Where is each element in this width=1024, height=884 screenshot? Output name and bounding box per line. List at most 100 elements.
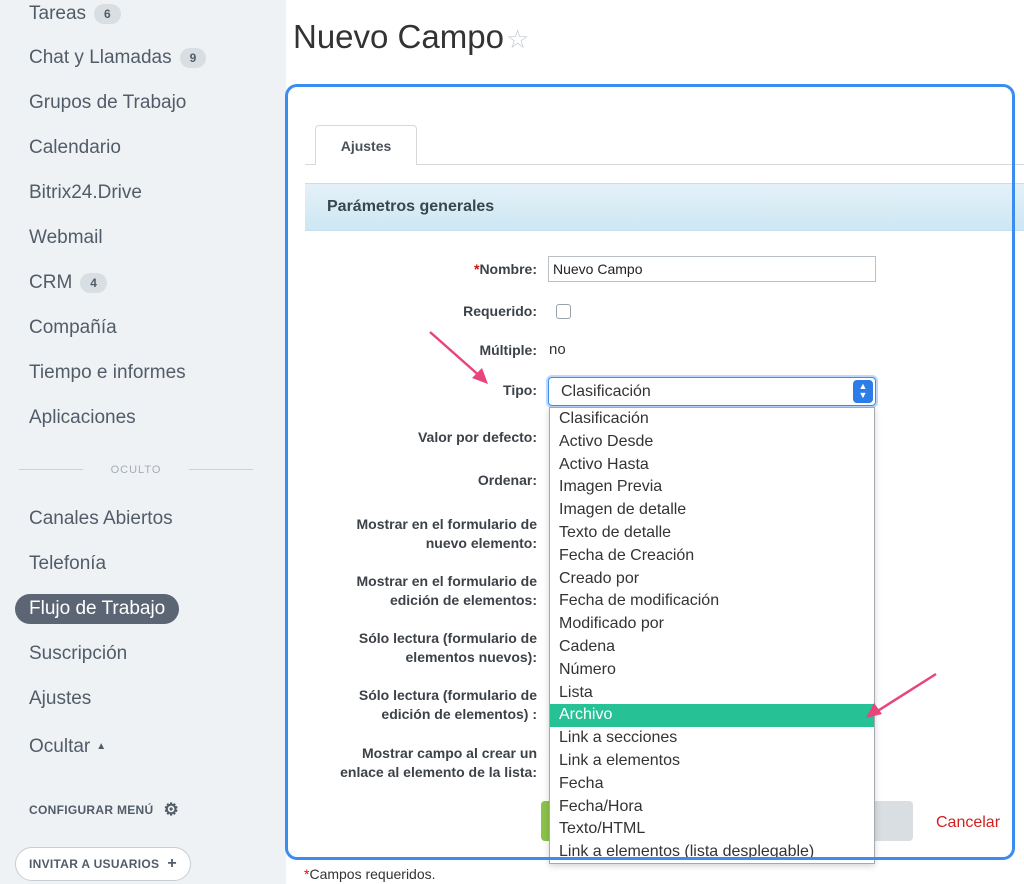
sidebar-item-canales[interactable]: Canales Abiertos (29, 507, 173, 531)
nombre-label-text: Nombre: (479, 261, 537, 277)
sidebar-item-label: Compañía (29, 317, 117, 338)
sidebar-item-chat[interactable]: Chat y Llamadas 9 (29, 46, 207, 70)
caret-up-icon: ▲ (96, 741, 107, 752)
sidebar-item-flujo-trabajo[interactable]: Flujo de Trabajo (15, 594, 180, 624)
sidebar-item-drive[interactable]: Bitrix24.Drive (29, 181, 142, 205)
plus-icon: + (167, 855, 177, 872)
counter-badge: 4 (80, 273, 107, 293)
dropdown-option[interactable]: Link a elementos (lista desplegable) (550, 841, 874, 863)
sidebar-item-suscripcion[interactable]: Suscripción (29, 642, 127, 666)
dropdown-option[interactable]: Imagen Previa (550, 476, 874, 499)
sidebar-item-label: Tiempo e informes (29, 362, 186, 383)
dropdown-option[interactable]: Número (550, 659, 874, 682)
hide-toggle[interactable]: Ocultar ▲ (29, 736, 106, 758)
dropdown-option[interactable]: Imagen de detalle (550, 499, 874, 522)
sidebar-item-label: Aplicaciones (29, 407, 136, 428)
invite-users-label: INVITAR A USUARIOS (29, 857, 160, 871)
sidebar-item-label: Ajustes (29, 688, 92, 709)
counter-badge: 6 (94, 4, 121, 24)
dropdown-option[interactable]: Activo Hasta (550, 454, 874, 477)
label-line: edición de elementos: (389, 592, 537, 608)
dropdown-option[interactable]: Fecha de modificación (550, 590, 874, 613)
sidebar: Tareas 6 Chat y Llamadas 9 Grupos de Tra… (0, 0, 286, 884)
dropdown-option[interactable]: Creado por (550, 568, 874, 591)
dropdown-option[interactable]: Cadena (550, 636, 874, 659)
star-icon[interactable]: ☆ (506, 24, 529, 55)
sidebar-item-compania[interactable]: Compañía (29, 316, 117, 340)
invite-users-button[interactable]: INVITAR A USUARIOS + (15, 847, 191, 881)
tipo-select[interactable]: Clasificación ▲ ▼ (548, 377, 876, 406)
sidebar-item-telefonia[interactable]: Telefonía (29, 552, 106, 576)
nombre-label: *Nombre: (474, 260, 537, 279)
tipo-select-value: Clasificación (561, 383, 651, 400)
cancel-link[interactable]: Cancelar (936, 814, 1000, 832)
configure-menu-label: CONFIGURAR MENÚ (29, 803, 154, 817)
requerido-checkbox[interactable] (556, 304, 571, 319)
sidebar-item-ajustes[interactable]: Ajustes (29, 687, 91, 711)
hidden-section-divider: OCULTO (19, 460, 253, 480)
page-title: Nuevo Campo (293, 18, 504, 55)
label-line: elementos nuevos): (405, 649, 537, 665)
nombre-input[interactable] (548, 256, 876, 282)
divider-line (189, 469, 253, 470)
sidebar-item-tareas[interactable]: Tareas 6 (29, 2, 121, 26)
sidebar-item-webmail[interactable]: Webmail (29, 226, 103, 250)
sidebar-item-label: Webmail (29, 227, 103, 248)
label-line: Mostrar en el formulario de (356, 573, 537, 589)
annotation-arrow-icon (866, 672, 937, 718)
dropdown-option[interactable]: Link a secciones (550, 727, 874, 750)
tipo-label: Tipo: (503, 382, 537, 398)
label-line: Mostrar campo al crear un (361, 745, 537, 761)
dropdown-option-highlighted[interactable]: Archivo (550, 704, 874, 728)
sidebar-item-grupos[interactable]: Grupos de Trabajo (29, 91, 186, 115)
hide-toggle-label: Ocultar (29, 736, 91, 757)
label-line: Mostrar en el formulario de (356, 516, 537, 532)
dropdown-option[interactable]: Activo Desde (550, 431, 874, 454)
sidebar-item-label: Tareas (29, 3, 87, 24)
mostrar-edicion-label: Mostrar en el formulario de edición de el… (357, 572, 537, 610)
label-line: Sólo lectura (formulario de (358, 630, 537, 646)
tab-ajustes[interactable]: Ajustes (315, 125, 417, 165)
sidebar-item-crm[interactable]: CRM 4 (29, 271, 107, 295)
required-note-text: Campos requeridos. (309, 866, 436, 882)
dropdown-option[interactable]: Fecha/Hora (550, 796, 874, 819)
mostrar-enlace-label: Mostrar campo al crear un enlace al eleme… (340, 744, 537, 782)
configure-menu-button[interactable]: CONFIGURAR MENÚ ⚙ (29, 800, 179, 820)
valor-defecto-label: Valor por defecto: (417, 429, 537, 445)
sidebar-item-tiempo[interactable]: Tiempo e informes (29, 361, 186, 385)
sidebar-item-calendario[interactable]: Calendario (29, 136, 121, 160)
section-title: Parámetros generales (327, 198, 495, 215)
multiple-value: no (549, 341, 566, 358)
hidden-section-label: OCULTO (110, 464, 162, 476)
required-note: *Campos requeridos. (304, 866, 436, 882)
section-header: Parámetros generales (305, 183, 1024, 231)
sidebar-item-label: Bitrix24.Drive (29, 182, 142, 203)
dropdown-option[interactable]: Link a elementos (550, 750, 874, 773)
dropdown-option[interactable]: Modificado por (550, 613, 874, 636)
dropdown-option[interactable]: Clasificación (550, 408, 874, 431)
sidebar-item-label: Suscripción (29, 643, 128, 664)
label-line: edición de elementos) : (381, 706, 537, 722)
sidebar-item-aplicaciones[interactable]: Aplicaciones (29, 406, 136, 430)
lectura-edicion-label: Sólo lectura (formulario de edición de el… (359, 686, 537, 724)
mostrar-nuevo-label: Mostrar en el formulario de nuevo element… (357, 515, 537, 553)
dropdown-option[interactable]: Texto/HTML (550, 818, 874, 841)
dropdown-option[interactable]: Fecha (550, 773, 874, 796)
annotation-arrow-icon (429, 331, 488, 384)
counter-badge: 9 (179, 48, 207, 68)
sidebar-item-label: Chat y Llamadas (29, 47, 172, 68)
dropdown-option[interactable]: Lista (550, 682, 874, 705)
tipo-dropdown-list[interactable]: Clasificación Activo Desde Activo Hasta … (549, 407, 875, 864)
requerido-label: Requerido: (463, 303, 537, 319)
label-line: enlace al elemento de la lista: (340, 764, 537, 780)
dropdown-option[interactable]: Fecha de Creación (550, 545, 874, 568)
sidebar-item-label: Grupos de Trabajo (29, 92, 187, 113)
dropdown-option[interactable]: Texto de detalle (550, 522, 874, 545)
sidebar-item-label: Flujo de Trabajo (29, 598, 166, 619)
gear-icon: ⚙ (163, 800, 180, 819)
label-line: Sólo lectura (formulario de (358, 687, 537, 703)
select-arrows-icon: ▲ ▼ (853, 380, 873, 403)
sidebar-item-label: Calendario (29, 137, 121, 158)
sidebar-item-label: Canales Abiertos (29, 508, 173, 529)
ordenar-label: Ordenar: (477, 472, 537, 488)
